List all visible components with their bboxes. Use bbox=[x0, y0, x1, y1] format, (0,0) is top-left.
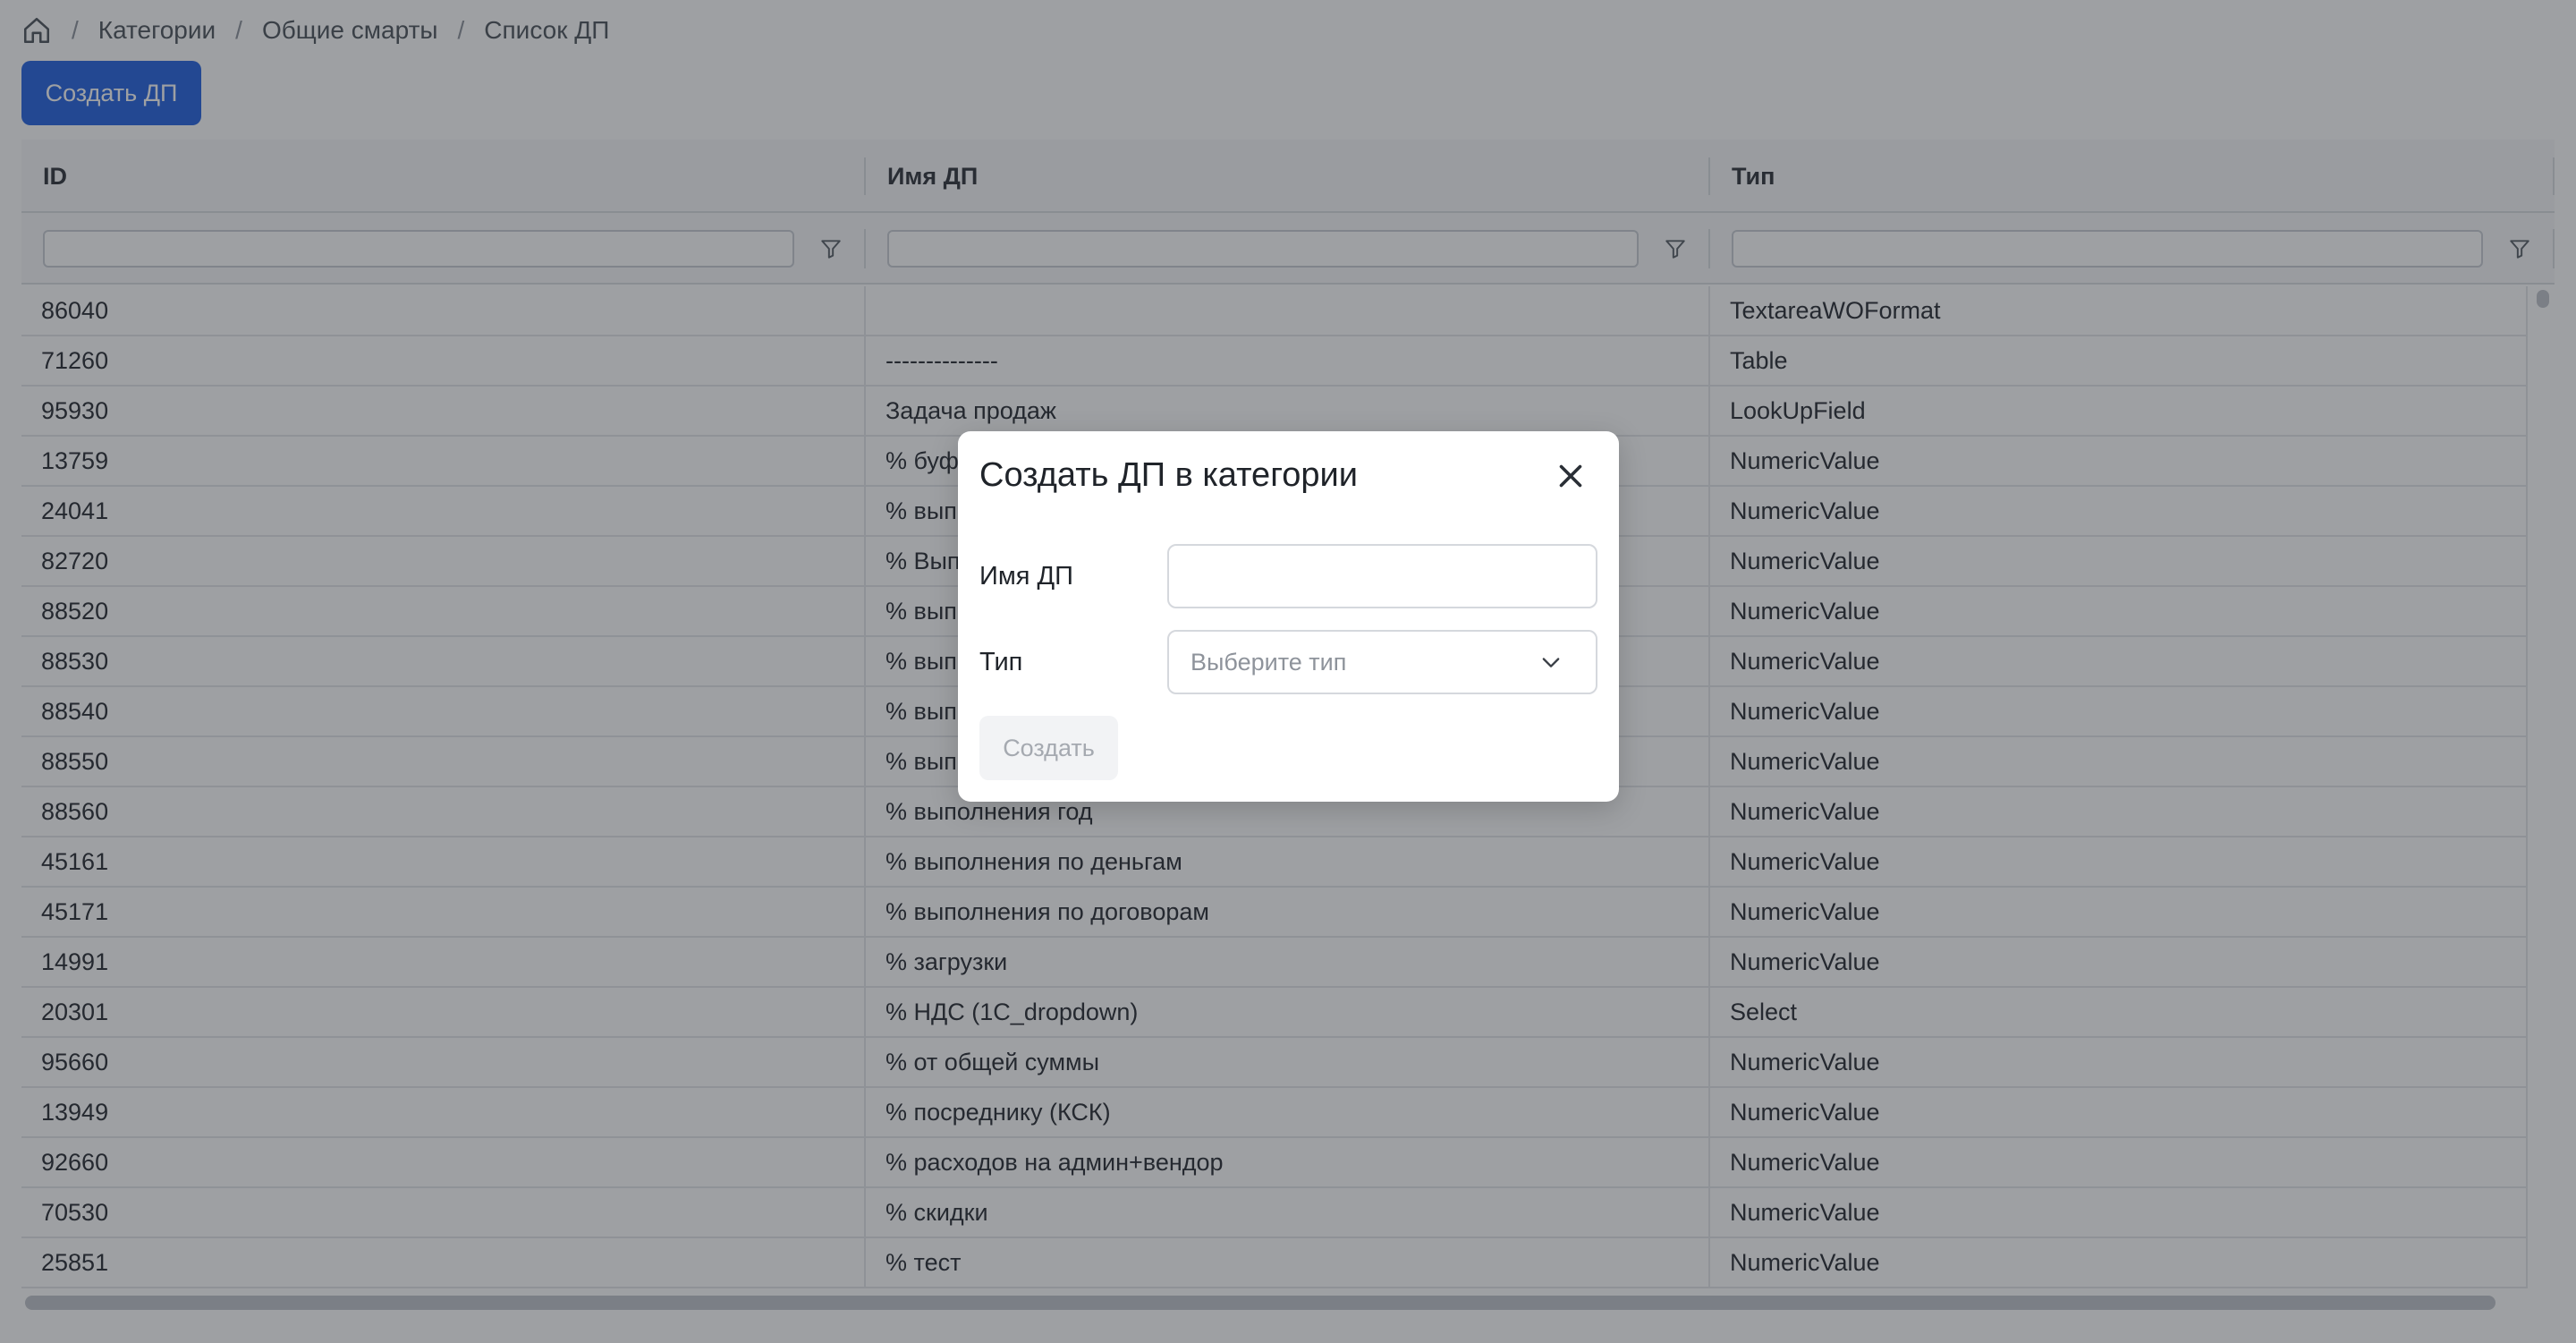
form-row-name: Имя ДП bbox=[979, 544, 1597, 608]
submit-button[interactable]: Создать bbox=[979, 716, 1118, 780]
modal-title: Создать ДП в категории bbox=[979, 456, 1358, 494]
name-input[interactable] bbox=[1167, 544, 1597, 608]
type-select-placeholder: Выберите тип bbox=[1191, 648, 1347, 676]
type-label: Тип bbox=[979, 647, 1023, 676]
close-icon[interactable] bbox=[1553, 458, 1589, 494]
form-row-type: Тип Выберите тип bbox=[979, 630, 1597, 694]
type-select[interactable]: Выберите тип bbox=[1167, 630, 1597, 694]
page: / Категории / Общие смарты / Список ДП С… bbox=[0, 0, 2576, 1343]
chevron-down-icon bbox=[1538, 650, 1563, 675]
name-label: Имя ДП bbox=[979, 561, 1074, 591]
create-dp-modal: Создать ДП в категории Имя ДП Тип Выбери… bbox=[958, 431, 1619, 802]
